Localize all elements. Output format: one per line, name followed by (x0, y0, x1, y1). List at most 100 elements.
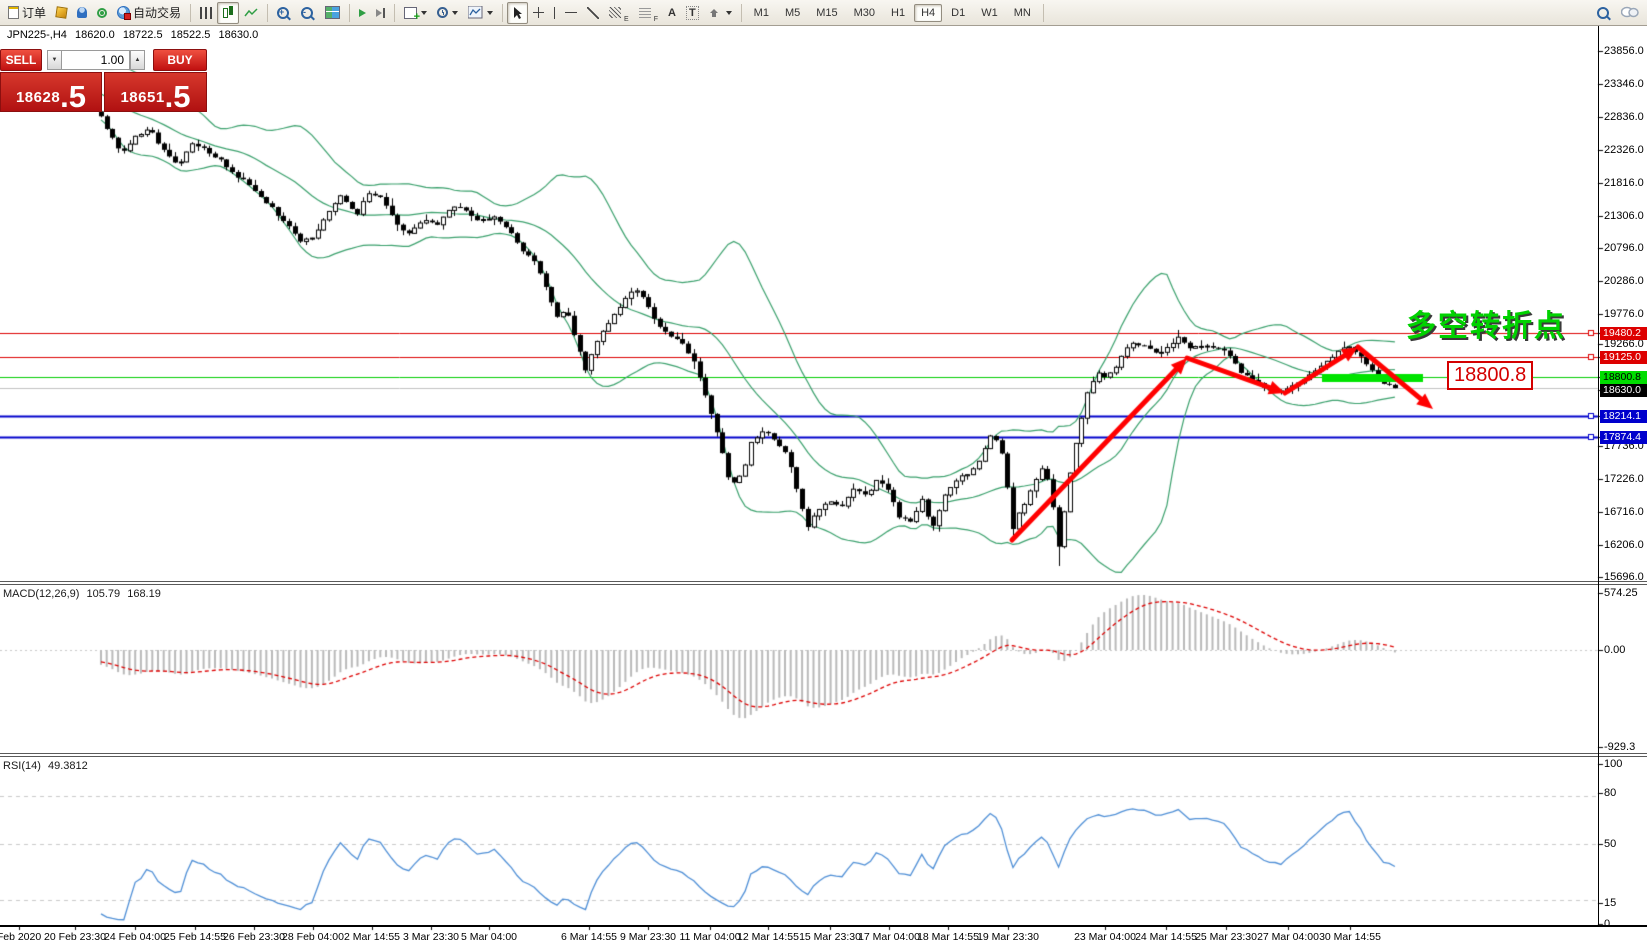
line-chart-button[interactable] (239, 2, 263, 24)
macd-value-signal: 168.19 (127, 588, 161, 600)
timeframe-group: M1 M5 M15 M30 H1 H4 D1 W1 MN (746, 3, 1039, 22)
axis-tick-label: 100 (1604, 758, 1623, 770)
time-tick-label: 2 Mar 14:55 (343, 931, 401, 943)
line-chart-icon (244, 7, 258, 16)
ohlc-close: 18630.0 (218, 29, 259, 41)
zoom-out-button[interactable]: - (296, 2, 320, 24)
chevron-down-icon (421, 10, 428, 15)
timeframe-h4-button[interactable]: H4 (914, 3, 943, 22)
new-order-button[interactable]: 订单 (3, 2, 51, 24)
timeframe-h1-button[interactable]: H1 (884, 4, 912, 22)
time-tick-label: 5 Mar 04:00 (460, 931, 518, 943)
zoom-in-icon: + (277, 6, 290, 19)
community-icon (77, 7, 88, 18)
buy-button[interactable]: BUY (153, 49, 207, 71)
panel-separator (0, 756, 1647, 757)
axis-tick-label: 0.00 (1604, 644, 1626, 656)
timeframe-m30-button[interactable]: M30 (847, 4, 882, 22)
periods-dropdown[interactable] (432, 2, 463, 24)
bar-chart-button[interactable] (195, 2, 217, 24)
toolbar-separator (190, 3, 192, 22)
price-axis[interactable]: 23856.0 23346.0 22836.0 22326.0 21816.0 21306… (1599, 0, 1647, 947)
time-tick-label: 3 Mar 23:30 (402, 931, 460, 943)
axis-tick-label: 21816.0 (1604, 177, 1644, 189)
axis-tick-label: 22326.0 (1604, 144, 1644, 156)
toolbar-separator (267, 3, 269, 22)
auto-scroll-icon (359, 8, 367, 17)
trendline-button[interactable] (582, 2, 604, 24)
vertical-line-button[interactable] (549, 2, 560, 24)
time-tick-label: 19 Mar 23:30 (977, 931, 1039, 943)
chat-button[interactable] (1616, 2, 1644, 24)
horizontal-line-icon (565, 12, 578, 13)
price-badge: 18214.1 (1600, 410, 1647, 423)
autotrading-icon (117, 6, 132, 20)
time-tick-label: 9 Mar 23:30 (619, 931, 677, 943)
label-button[interactable]: T (681, 2, 704, 24)
timeframe-m5-button[interactable]: M5 (778, 4, 807, 22)
axis-tick-label: 15696.0 (1604, 571, 1644, 583)
auto-scroll-button[interactable] (354, 2, 371, 24)
panel-separator[interactable] (0, 581, 1647, 582)
timeframe-w1-button[interactable]: W1 (974, 4, 1005, 22)
volume-decrease-button[interactable]: ▼ (47, 50, 62, 70)
sell-price-panel[interactable]: 18628 .5 (0, 72, 102, 112)
autotrading-button[interactable]: 自动交易 (112, 2, 186, 24)
volume-input[interactable] (61, 50, 130, 70)
chart-canvas[interactable] (0, 0, 1647, 947)
tile-windows-button[interactable] (320, 2, 345, 24)
community-button[interactable] (72, 2, 92, 24)
timeframe-d1-button[interactable]: D1 (944, 4, 972, 22)
volume-increase-button[interactable]: ▲ (130, 50, 145, 70)
chart-bottom-border (0, 925, 1647, 927)
rsi-value: 49.3812 (47, 760, 88, 772)
toolbar-separator (502, 3, 504, 22)
time-tick-label: 25 Mar 23:30 (1195, 931, 1257, 943)
new-order-label: 订单 (22, 6, 47, 20)
timeframe-m15-button[interactable]: M15 (809, 4, 844, 22)
timeframe-m1-button[interactable]: M1 (747, 4, 776, 22)
bar-chart-icon (200, 6, 213, 19)
indicators-dropdown[interactable] (463, 2, 498, 24)
shapes-dropdown[interactable] (704, 2, 737, 24)
price-badge: 19125.0 (1600, 351, 1647, 364)
time-axis[interactable]: Feb 2020 20 Feb 23:30 24 Feb 04:00 25 Feb 1… (0, 929, 1647, 947)
chevron-down-icon (487, 10, 494, 15)
buy-price-panel[interactable]: 18651 .5 (104, 72, 207, 112)
signals-icon (97, 7, 108, 18)
time-tick-label: 20 Feb 23:30 (44, 931, 106, 943)
timeframe-mn-button[interactable]: MN (1007, 4, 1038, 22)
annotation-text[interactable]: 多空转折点 (1406, 301, 1566, 345)
zoom-in-button[interactable]: + (272, 2, 296, 24)
time-tick-label: 12 Mar 14:55 (737, 931, 799, 943)
sell-button[interactable]: SELL (0, 49, 42, 71)
mt4-window: 订单 自动交易 + - + E F A T M1 M5 M15 M30 H1 H… (0, 0, 1647, 947)
zoom-out-icon: - (301, 6, 314, 19)
axis-tick-label: 23346.0 (1604, 78, 1644, 90)
horizontal-line-button[interactable] (560, 2, 582, 24)
indicators-icon (468, 6, 483, 19)
buy-price-pips: .5 (164, 78, 191, 114)
price-annotation-label[interactable]: 18800.8 (1447, 361, 1534, 390)
fibonacci-button[interactable]: F (634, 2, 663, 24)
candlestick-button[interactable] (217, 1, 240, 24)
axis-tick-label: 50 (1604, 838, 1617, 850)
sell-price-pips: .5 (60, 78, 87, 114)
label-tool-icon: T (685, 5, 699, 20)
symbol-timeframe: JPN225-,H4 (7, 29, 67, 41)
vertical-line-icon (554, 6, 556, 19)
signals-button[interactable] (92, 2, 112, 24)
panel-separator[interactable] (0, 753, 1647, 754)
new-chart-dropdown[interactable] (399, 2, 432, 24)
market-button[interactable] (51, 2, 72, 24)
text-button[interactable]: A (663, 2, 681, 24)
chart-shift-button[interactable] (371, 2, 390, 24)
time-tick-label: 27 Mar 04:00 (1257, 931, 1319, 943)
channel-button[interactable]: E (604, 2, 634, 24)
macd-value-main: 105.79 (86, 588, 121, 600)
search-button[interactable] (1592, 2, 1616, 24)
cursor-button[interactable] (507, 1, 529, 24)
crosshair-button[interactable] (528, 2, 549, 24)
ohlc-open: 18620.0 (74, 29, 115, 41)
spinner-up-icon: ▲ (134, 57, 141, 63)
